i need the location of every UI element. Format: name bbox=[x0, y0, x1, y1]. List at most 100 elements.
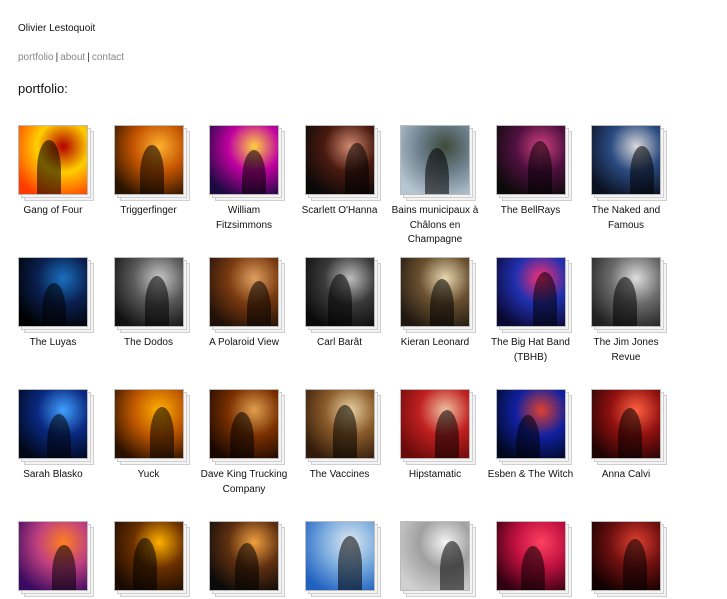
gallery-thumbnail[interactable] bbox=[209, 389, 279, 459]
gallery-thumbnail[interactable] bbox=[209, 521, 279, 591]
photo-stack[interactable] bbox=[209, 257, 287, 335]
photo-stack[interactable] bbox=[209, 521, 287, 599]
photo-stack[interactable] bbox=[113, 521, 192, 599]
photo-stack[interactable] bbox=[18, 125, 96, 203]
gallery-caption[interactable]: Hipstamatic bbox=[390, 468, 480, 483]
gallery-thumbnail[interactable] bbox=[591, 125, 661, 195]
gallery-caption[interactable]: Triggerfinger bbox=[104, 204, 194, 219]
gallery-thumbnail[interactable] bbox=[495, 257, 566, 327]
gallery-caption[interactable]: Scarlett O'Hanna bbox=[295, 204, 385, 219]
gallery-thumbnail[interactable] bbox=[400, 389, 470, 459]
gallery-item[interactable]: The Big Hat Band (TBHB) bbox=[491, 257, 586, 363]
photo-stack[interactable] bbox=[400, 125, 478, 203]
gallery-item[interactable]: Carl Barât bbox=[304, 257, 395, 348]
gallery-thumbnail[interactable] bbox=[591, 257, 661, 327]
gallery-caption[interactable]: The Jim Jones Revue bbox=[581, 336, 671, 365]
gallery-thumbnail[interactable] bbox=[591, 521, 661, 591]
gallery-item[interactable] bbox=[113, 521, 204, 599]
gallery-thumbnail[interactable] bbox=[591, 389, 661, 459]
gallery-item[interactable]: Triggerfinger bbox=[113, 125, 204, 216]
gallery-thumbnail[interactable] bbox=[209, 257, 279, 327]
gallery-caption[interactable]: The Naked and Famous bbox=[581, 204, 671, 233]
gallery-caption[interactable]: Anna Calvi bbox=[581, 468, 671, 483]
gallery-caption[interactable]: The Vaccines bbox=[295, 468, 385, 483]
gallery-caption[interactable]: Esben & The Witch bbox=[486, 468, 576, 483]
gallery-caption[interactable]: Gang of Four bbox=[8, 204, 98, 219]
gallery-thumbnail[interactable] bbox=[113, 389, 184, 459]
gallery-thumbnail[interactable] bbox=[113, 125, 184, 195]
photo-stack[interactable] bbox=[304, 389, 383, 467]
gallery-item[interactable]: Kieran Leonard bbox=[400, 257, 490, 348]
gallery-thumbnail[interactable] bbox=[209, 125, 279, 195]
nav-portfolio[interactable]: portfolio bbox=[18, 52, 54, 63]
gallery-item[interactable]: Bains municipaux à Châlons en Champagne bbox=[392, 125, 490, 245]
gallery-thumbnail[interactable] bbox=[495, 389, 566, 459]
gallery-thumbnail[interactable] bbox=[304, 521, 375, 591]
photo-stack[interactable] bbox=[495, 521, 574, 599]
gallery-item[interactable]: The Jim Jones Revue bbox=[591, 257, 681, 363]
gallery-item[interactable]: Scarlett O'Hanna bbox=[302, 125, 395, 216]
photo-stack[interactable] bbox=[304, 521, 383, 599]
photo-stack[interactable] bbox=[304, 257, 383, 335]
gallery-caption[interactable]: A Polaroid View bbox=[199, 336, 289, 351]
gallery-item[interactable] bbox=[400, 521, 490, 599]
gallery-item[interactable]: Yuck bbox=[113, 389, 204, 480]
photo-stack[interactable] bbox=[591, 257, 669, 335]
photo-stack[interactable] bbox=[18, 389, 96, 467]
gallery-caption[interactable]: Sarah Blasko bbox=[8, 468, 98, 483]
nav-contact[interactable]: contact bbox=[92, 52, 124, 63]
gallery-item[interactable] bbox=[304, 521, 395, 599]
gallery-item[interactable] bbox=[209, 521, 299, 599]
photo-stack[interactable] bbox=[591, 125, 669, 203]
photo-stack[interactable] bbox=[304, 125, 383, 203]
photo-stack[interactable] bbox=[113, 257, 192, 335]
gallery-caption[interactable]: The Dodos bbox=[104, 336, 194, 351]
nav-about[interactable]: about bbox=[60, 52, 85, 63]
gallery-item[interactable]: A Polaroid View bbox=[209, 257, 299, 348]
gallery-caption[interactable]: The Big Hat Band (TBHB) bbox=[486, 336, 576, 365]
gallery-caption[interactable]: Carl Barât bbox=[295, 336, 385, 351]
gallery-item[interactable]: The Luyas bbox=[18, 257, 108, 348]
gallery-caption[interactable]: Dave King Trucking Company bbox=[199, 468, 289, 497]
gallery-thumbnail[interactable] bbox=[18, 389, 88, 459]
gallery-caption[interactable]: Kieran Leonard bbox=[390, 336, 480, 351]
gallery-thumbnail[interactable] bbox=[304, 125, 375, 195]
gallery-item[interactable]: Dave King Trucking Company bbox=[201, 389, 299, 495]
photo-stack[interactable] bbox=[113, 125, 192, 203]
gallery-item[interactable]: The Naked and Famous bbox=[591, 125, 681, 231]
gallery-thumbnail[interactable] bbox=[400, 257, 470, 327]
gallery-thumbnail[interactable] bbox=[113, 521, 184, 591]
gallery-thumbnail[interactable] bbox=[113, 257, 184, 327]
gallery-thumbnail[interactable] bbox=[400, 125, 470, 195]
gallery-caption[interactable]: The Luyas bbox=[8, 336, 98, 351]
gallery-thumbnail[interactable] bbox=[495, 125, 566, 195]
gallery-thumbnail[interactable] bbox=[400, 521, 470, 591]
gallery-item[interactable]: The Vaccines bbox=[304, 389, 395, 480]
gallery-item[interactable]: Anna Calvi bbox=[591, 389, 681, 480]
photo-stack[interactable] bbox=[209, 389, 287, 467]
photo-stack[interactable] bbox=[495, 125, 574, 203]
site-title[interactable]: Olivier Lestoquoit bbox=[18, 23, 95, 34]
photo-stack[interactable] bbox=[400, 257, 478, 335]
gallery-item[interactable]: The Dodos bbox=[113, 257, 204, 348]
photo-stack[interactable] bbox=[18, 257, 96, 335]
photo-stack[interactable] bbox=[495, 257, 574, 335]
gallery-thumbnail[interactable] bbox=[18, 257, 88, 327]
gallery-caption[interactable]: The BellRays bbox=[486, 204, 576, 219]
gallery-thumbnail[interactable] bbox=[495, 521, 566, 591]
gallery-thumbnail[interactable] bbox=[304, 257, 375, 327]
gallery-item[interactable] bbox=[495, 521, 586, 599]
gallery-item[interactable] bbox=[591, 521, 681, 599]
gallery-item[interactable]: Esben & The Witch bbox=[488, 389, 586, 480]
gallery-thumbnail[interactable] bbox=[18, 521, 88, 591]
photo-stack[interactable] bbox=[495, 389, 574, 467]
gallery-item[interactable]: Hipstamatic bbox=[400, 389, 490, 480]
gallery-item[interactable]: William Fitzsimmons bbox=[209, 125, 299, 231]
photo-stack[interactable] bbox=[591, 521, 669, 599]
photo-stack[interactable] bbox=[400, 521, 478, 599]
gallery-caption[interactable]: Bains municipaux à Châlons en Champagne bbox=[390, 204, 480, 248]
photo-stack[interactable] bbox=[209, 125, 287, 203]
gallery-item[interactable]: The BellRays bbox=[495, 125, 586, 216]
photo-stack[interactable] bbox=[18, 521, 96, 599]
gallery-item[interactable]: Gang of Four bbox=[18, 125, 108, 216]
